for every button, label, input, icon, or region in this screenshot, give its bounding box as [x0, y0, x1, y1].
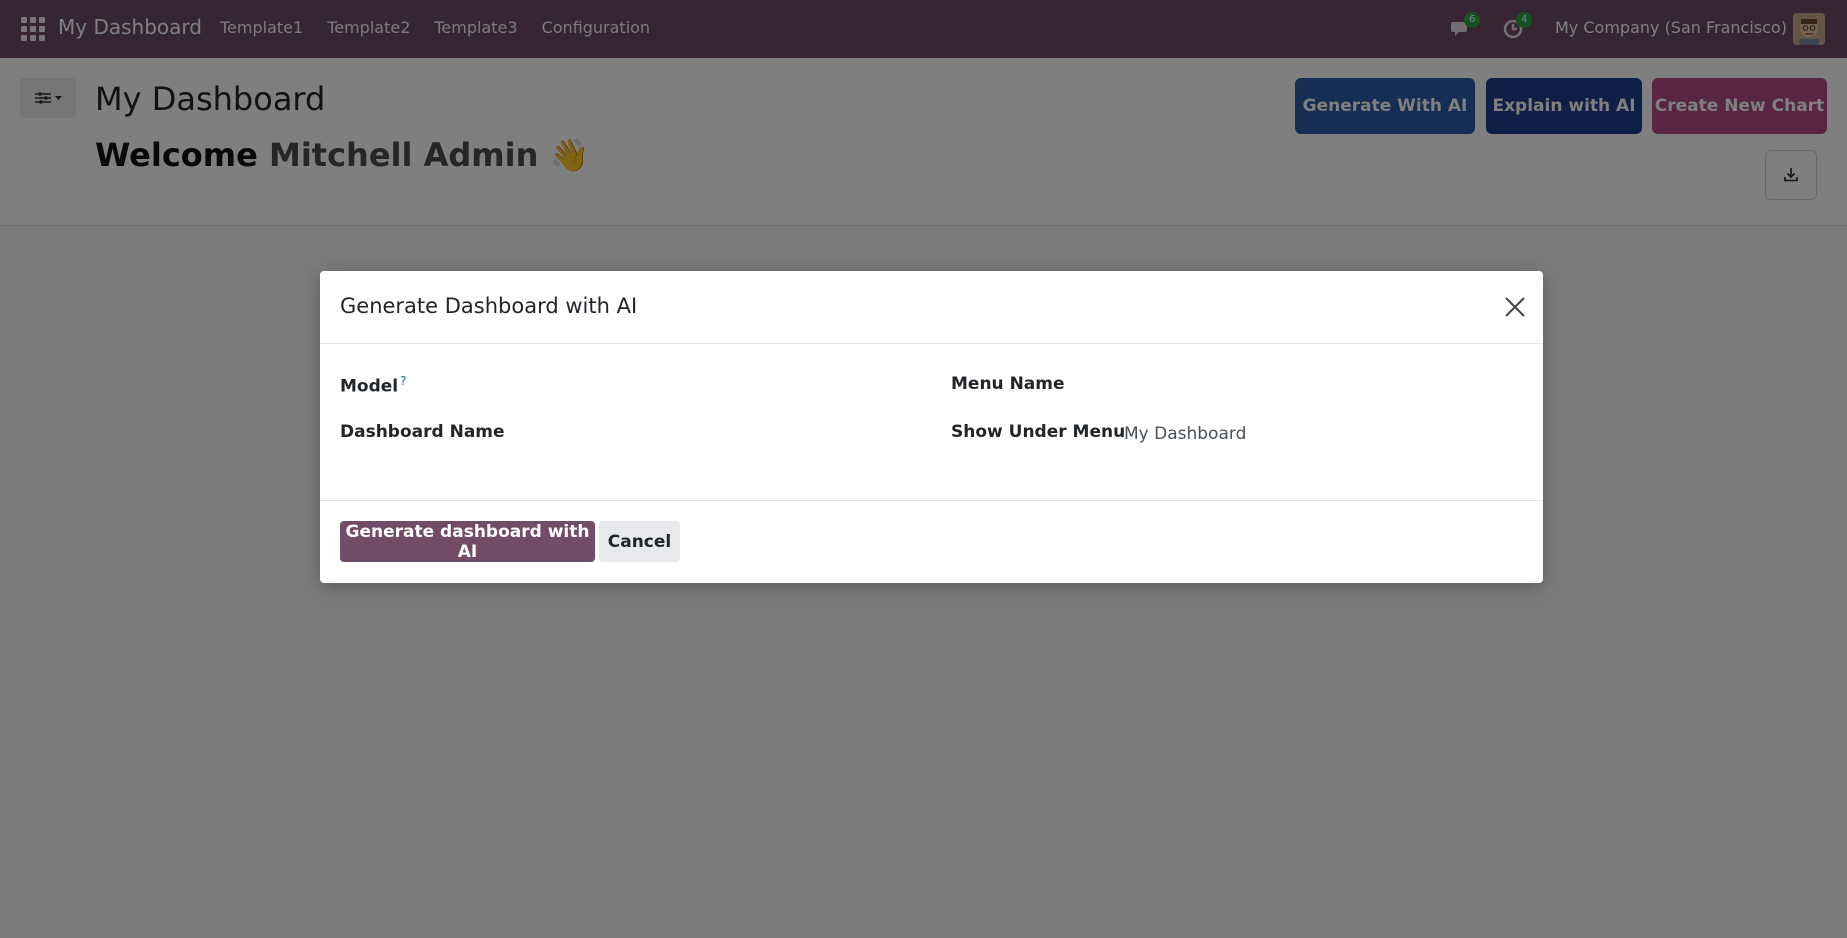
dashboard-name-label: Dashboard Name	[340, 422, 505, 442]
generate-dashboard-button[interactable]: Generate dashboard with AI	[340, 521, 595, 562]
show-under-menu-field[interactable]: My Dashboard	[1124, 424, 1524, 454]
model-label-text: Model	[340, 376, 399, 397]
cancel-button[interactable]: Cancel	[599, 521, 680, 562]
dialog-header: Generate Dashboard with AI	[320, 271, 1543, 344]
generate-dashboard-dialog: Generate Dashboard with AI Model? Menu N…	[320, 271, 1543, 583]
model-help-icon[interactable]: ?	[400, 374, 406, 388]
close-icon	[1505, 297, 1525, 317]
menu-name-field[interactable]	[1120, 368, 1520, 398]
dashboard-name-field[interactable]	[510, 416, 910, 446]
model-label: Model?	[340, 374, 407, 397]
model-field[interactable]	[510, 368, 910, 398]
show-under-menu-label: Show Under Menu	[951, 422, 1126, 442]
dialog-body: Model? Menu Name Dashboard Name Show Und…	[320, 344, 1543, 501]
dialog-close-button[interactable]	[1501, 293, 1529, 321]
dialog-title: Generate Dashboard with AI	[340, 294, 638, 318]
menu-name-label: Menu Name	[951, 374, 1065, 394]
dialog-footer: Generate dashboard with AI Cancel	[320, 501, 1543, 583]
